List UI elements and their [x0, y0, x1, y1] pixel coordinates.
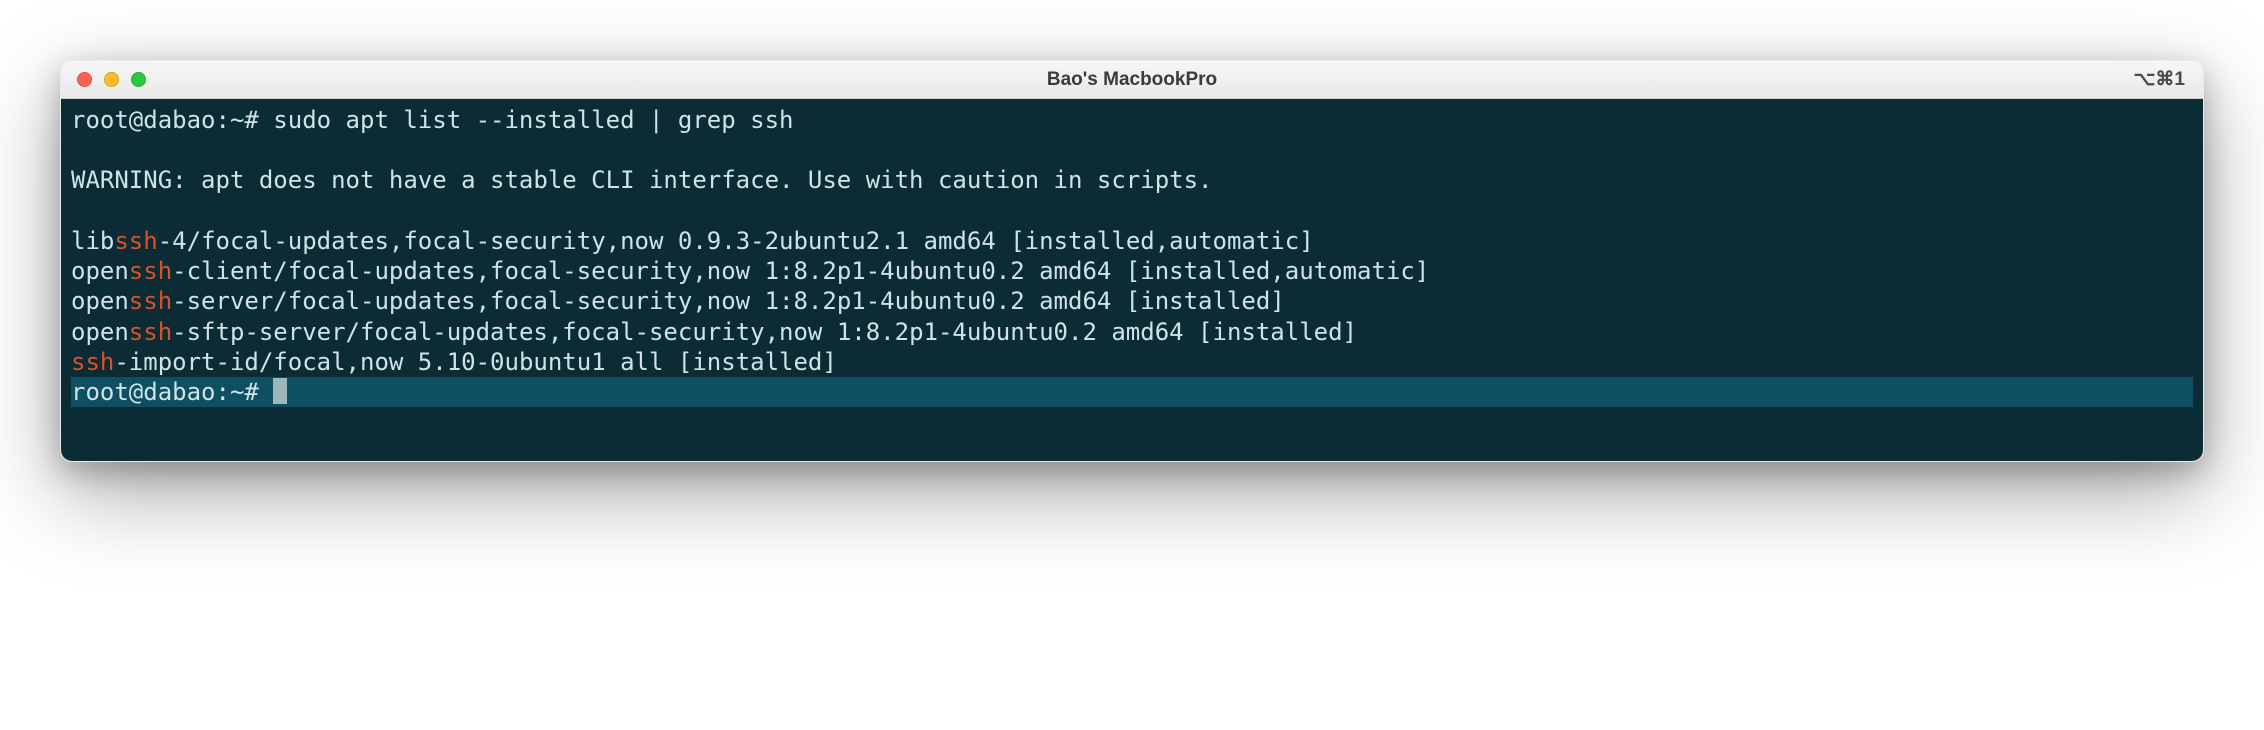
grep-match: ssh — [129, 257, 172, 285]
grep-match: ssh — [114, 227, 157, 255]
output-line: ssh-import-id/focal,now 5.10-0ubuntu1 al… — [71, 348, 837, 376]
output-line: libssh-4/focal-updates,focal-security,no… — [71, 227, 1314, 255]
shell-prompt: root@dabao:~# — [71, 378, 259, 406]
window-shortcut: ⌥⌘1 — [2134, 68, 2203, 91]
grep-match: ssh — [129, 287, 172, 315]
minimize-icon[interactable] — [104, 72, 119, 87]
zoom-icon[interactable] — [131, 72, 146, 87]
close-icon[interactable] — [77, 72, 92, 87]
terminal-window: Bao's MacbookPro ⌥⌘1 root@dabao:~# sudo … — [60, 60, 2204, 462]
grep-match: ssh — [129, 318, 172, 346]
output-line: openssh-server/focal-updates,focal-secur… — [71, 287, 1285, 315]
window-title: Bao's MacbookPro — [61, 69, 2203, 91]
traffic-lights — [61, 72, 146, 87]
output-line: openssh-sftp-server/focal-updates,focal-… — [71, 318, 1357, 346]
cursor-icon — [273, 378, 287, 404]
titlebar[interactable]: Bao's MacbookPro ⌥⌘1 — [61, 61, 2203, 99]
shell-prompt: root@dabao:~# — [71, 106, 259, 134]
output-line: openssh-client/focal-updates,focal-secur… — [71, 257, 1429, 285]
grep-match: ssh — [71, 348, 114, 376]
terminal-body[interactable]: root@dabao:~# sudo apt list --installed … — [61, 99, 2203, 461]
command-text: sudo apt list --installed | grep ssh — [273, 106, 793, 134]
active-prompt-line[interactable]: root@dabao:~# — [71, 377, 2193, 407]
warning-text: WARNING: apt does not have a stable CLI … — [71, 166, 1213, 194]
